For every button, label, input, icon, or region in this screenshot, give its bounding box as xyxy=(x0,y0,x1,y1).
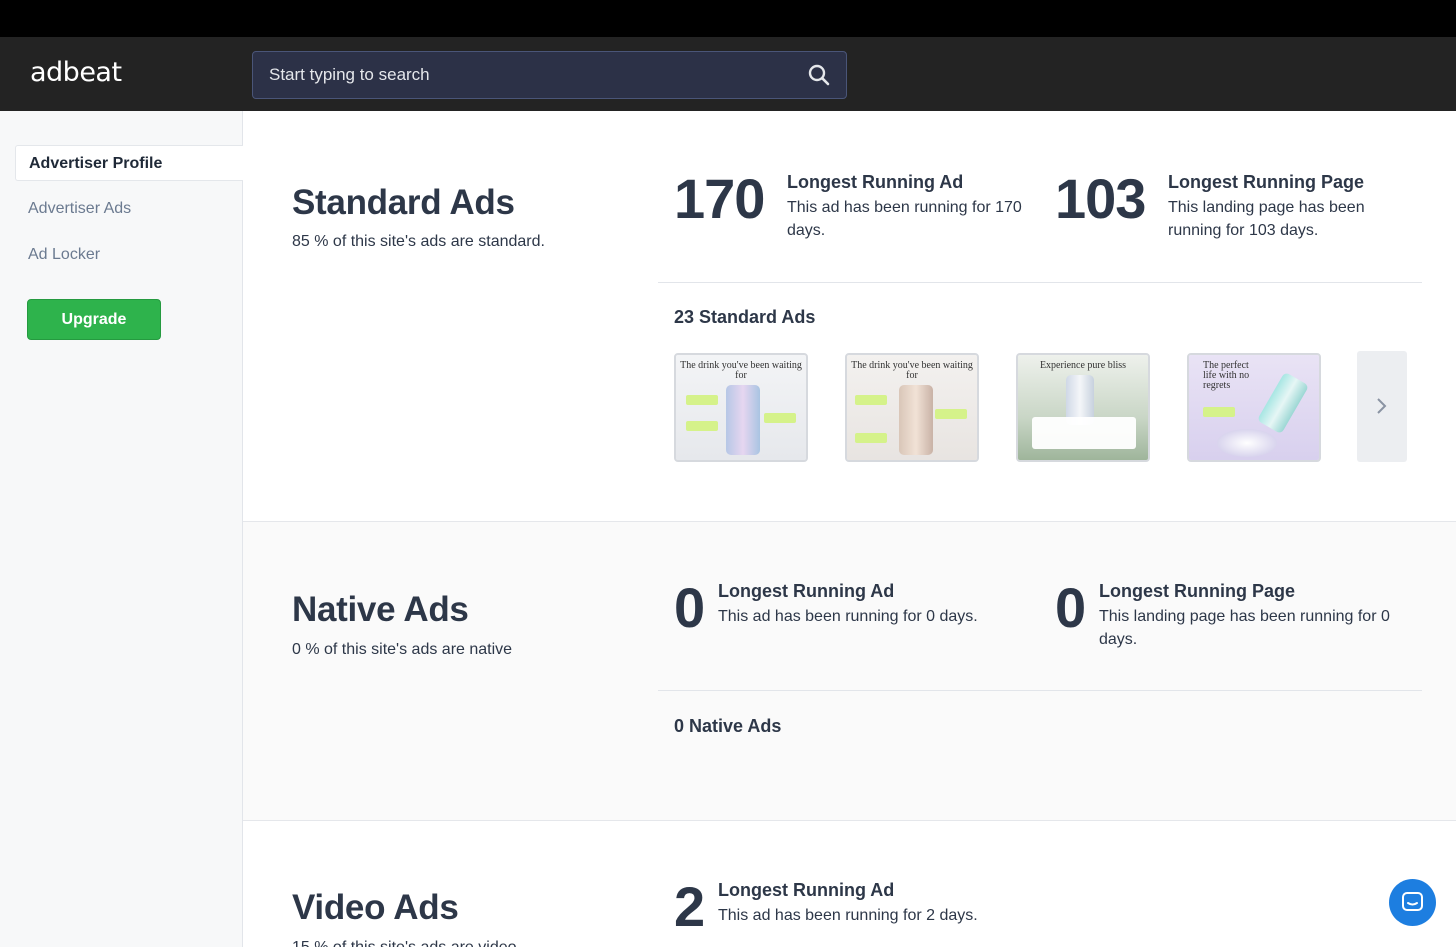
section-title: Native Ads xyxy=(292,590,469,629)
ad-thumbnail[interactable]: The perfect life with no regrets xyxy=(1187,353,1321,462)
thumbnail-caption: The drink you've been waiting for xyxy=(851,360,973,381)
video-ads-section: Video Ads 15 % of this site's ads are vi… xyxy=(243,821,1456,947)
stat-label: Longest Running Ad xyxy=(718,880,895,900)
longest-running-page-stat: 0 Longest Running Page This landing page… xyxy=(1055,580,1415,660)
upgrade-button[interactable]: Upgrade xyxy=(27,299,161,340)
thumbnail-caption: Experience pure bliss xyxy=(1039,360,1127,371)
chat-icon xyxy=(1402,892,1423,911)
stat-number: 170 xyxy=(674,167,765,230)
stat-description: This ad has been running for 170 days. xyxy=(787,199,1022,239)
thumbnail-caption: The drink you've been waiting for xyxy=(680,360,802,381)
ad-thumbnail[interactable]: The drink you've been waiting for xyxy=(674,353,808,462)
native-ads-section: Native Ads 0 % of this site's ads are na… xyxy=(243,522,1456,820)
section-subtitle: 15 % of this site's ads are video xyxy=(292,939,517,947)
app-header: adbeat xyxy=(0,37,1456,111)
section-subtitle: 85 % of this site's ads are standard. xyxy=(292,233,545,250)
search-box[interactable] xyxy=(252,51,847,99)
sidebar-item-advertiser-profile[interactable]: Advertiser Profile xyxy=(15,145,243,181)
sidebar: Advertiser Profile Advertiser Ads Ad Loc… xyxy=(0,111,243,947)
stat-number: 0 xyxy=(674,576,705,639)
longest-running-page-stat: 103 Longest Running Page This landing pa… xyxy=(1055,171,1415,251)
sidebar-item-advertiser-ads[interactable]: Advertiser Ads xyxy=(15,191,243,227)
divider xyxy=(658,690,1422,691)
thumbnail-caption: The perfect life with no regrets xyxy=(1203,360,1250,391)
can-image xyxy=(899,385,933,455)
stat-label: Longest Running Ad xyxy=(787,172,964,192)
ads-count-label: 0 Native Ads xyxy=(674,716,782,736)
carousel-next-button[interactable] xyxy=(1357,351,1407,462)
stat-label: Longest Running Page xyxy=(1168,172,1364,192)
stat-description: This landing page has been running for 1… xyxy=(1168,199,1365,239)
ads-count-label: 23 Standard Ads xyxy=(674,307,816,327)
section-title: Video Ads xyxy=(292,888,459,927)
ad-thumbnail[interactable]: The drink you've been waiting for xyxy=(845,353,979,462)
sidebar-item-ad-locker[interactable]: Ad Locker xyxy=(15,237,243,273)
adbeat-logo[interactable]: adbeat xyxy=(30,57,122,88)
longest-running-ad-stat: 2 Longest Running Ad This ad has been ru… xyxy=(674,879,1034,939)
section-title: Standard Ads xyxy=(292,183,515,222)
stat-label: Longest Running Page xyxy=(1099,581,1295,601)
section-subtitle: 0 % of this site's ads are native xyxy=(292,641,513,658)
stat-label: Longest Running Ad xyxy=(718,581,895,601)
main-content: Standard Ads 85 % of this site's ads are… xyxy=(243,111,1456,947)
chevron-right-icon xyxy=(1377,398,1387,414)
ad-thumbnail[interactable]: Experience pure bliss xyxy=(1016,353,1150,462)
stat-description: This ad has been running for 2 days. xyxy=(718,907,978,924)
search-input[interactable] xyxy=(269,52,789,98)
divider xyxy=(658,282,1422,283)
can-image xyxy=(726,385,760,455)
standard-ads-section: Standard Ads 85 % of this site's ads are… xyxy=(243,111,1456,521)
longest-running-ad-stat: 170 Longest Running Ad This ad has been … xyxy=(674,171,1034,251)
search-icon[interactable] xyxy=(808,64,830,86)
stat-description: This ad has been running for 0 days. xyxy=(718,608,978,625)
longest-running-ad-stat: 0 Longest Running Ad This ad has been ru… xyxy=(674,580,1034,640)
stat-number: 103 xyxy=(1055,167,1146,230)
stat-description: This landing page has been running for 0… xyxy=(1099,608,1390,648)
stat-number: 2 xyxy=(674,875,705,938)
stat-number: 0 xyxy=(1055,576,1086,639)
chat-button[interactable] xyxy=(1389,879,1436,926)
top-black-bar xyxy=(0,0,1456,37)
